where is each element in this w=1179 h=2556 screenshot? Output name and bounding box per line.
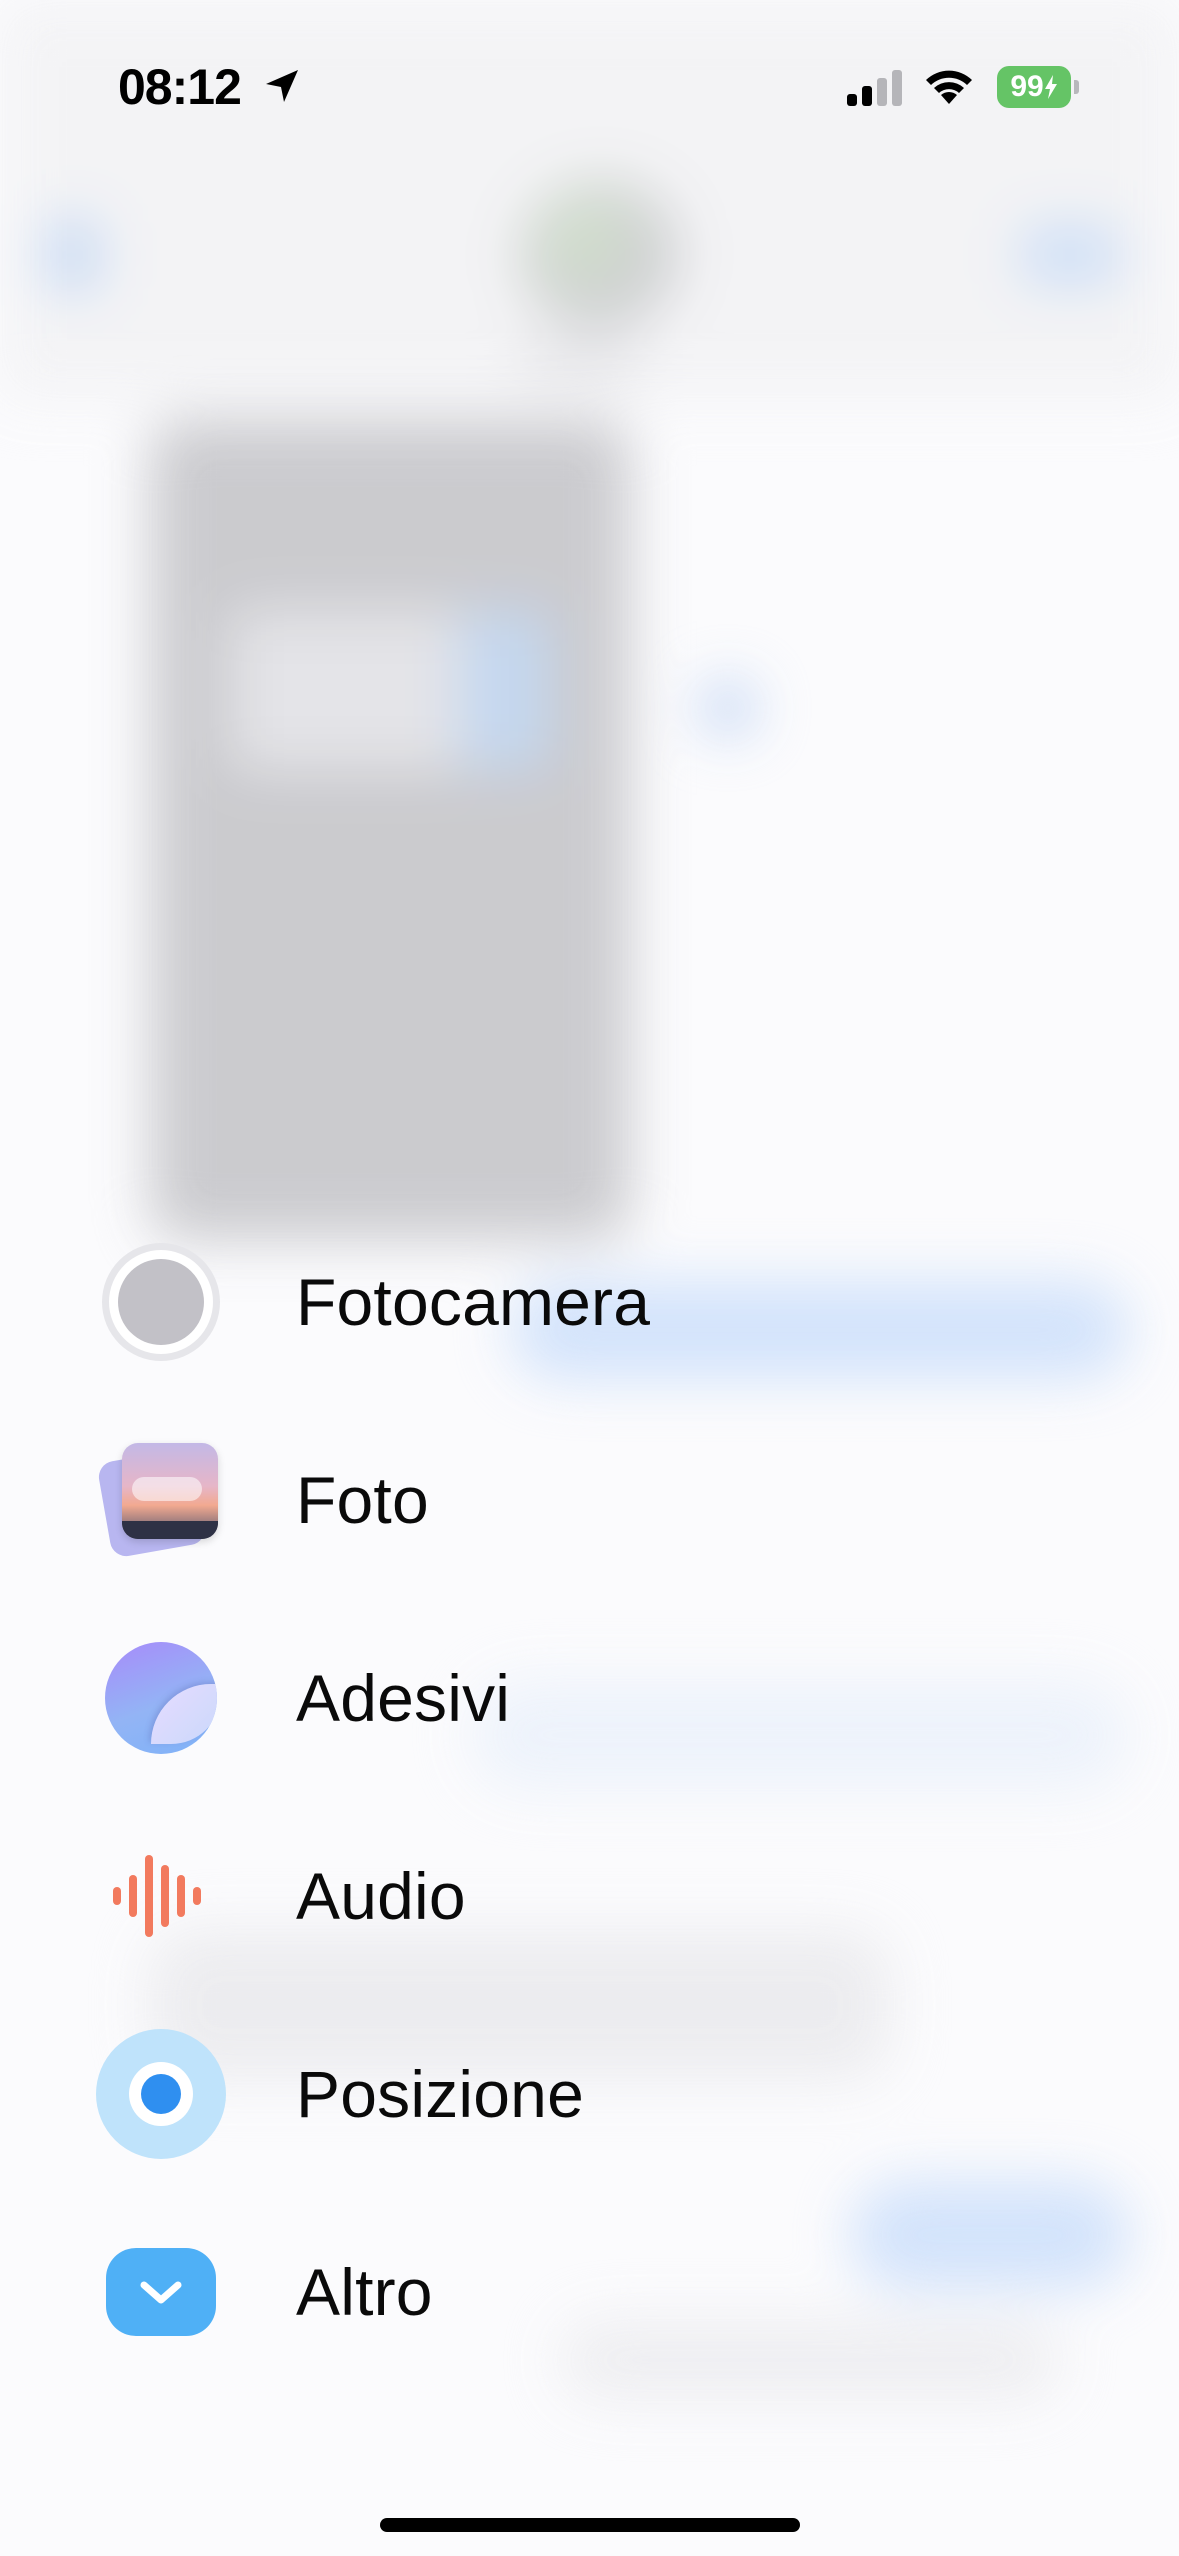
camera-icon: [96, 1237, 226, 1367]
blurred-image-attachment: [150, 420, 630, 1240]
status-time: 08:12: [118, 59, 242, 115]
photos-icon-front: [122, 1443, 218, 1539]
location-icon-halo: [96, 2029, 226, 2159]
battery-level: 99: [997, 66, 1071, 108]
menu-item-location[interactable]: Posizione: [0, 2009, 1179, 2179]
menu-item-more[interactable]: Altro: [0, 2207, 1179, 2377]
waveform-bars: [113, 1855, 201, 1937]
stickers-icon: [96, 1633, 226, 1763]
menu-item-label: Altro: [296, 2255, 433, 2329]
menu-item-stickers[interactable]: Adesivi: [0, 1613, 1179, 1783]
sticker-shape: [105, 1642, 217, 1754]
menu-item-label: Posizione: [296, 2057, 584, 2131]
status-bar: 08:12 99: [0, 0, 1179, 170]
camera-icon-core: [118, 1259, 204, 1345]
location-icon-ring: [129, 2062, 193, 2126]
camera-icon-ring: [109, 1250, 213, 1354]
menu-item-audio[interactable]: Audio: [0, 1811, 1179, 1981]
blurred-back-button: [48, 220, 98, 290]
battery-percentage: 99: [1010, 70, 1044, 103]
battery-charging-icon: 99: [997, 66, 1079, 108]
chevron-down-icon: [140, 2281, 182, 2304]
home-indicator[interactable]: [380, 2518, 800, 2532]
blurred-contact-name: [520, 350, 640, 372]
battery-tip: [1074, 80, 1079, 94]
photos-icon-ground: [122, 1521, 218, 1539]
menu-item-photos[interactable]: Foto: [0, 1415, 1179, 1585]
menu-item-label: Fotocamera: [296, 1265, 651, 1339]
menu-item-camera[interactable]: Fotocamera: [0, 1217, 1179, 1387]
location-icon-dot: [141, 2074, 181, 2114]
camera-icon-outer: [102, 1243, 220, 1361]
blurred-reaction: [700, 680, 756, 736]
cellular-signal-icon: [847, 70, 902, 106]
photos-icon-cloud: [132, 1477, 202, 1501]
audio-waveform-icon: [96, 1831, 226, 1961]
charging-bolt-icon: [1044, 75, 1057, 99]
more-icon: [96, 2227, 226, 2357]
location-icon: [96, 2029, 226, 2159]
more-icon-badge: [106, 2248, 216, 2336]
photos-icon: [96, 1435, 226, 1565]
sticker-fold: [151, 1684, 217, 1744]
blurred-video-button: [1020, 225, 1120, 285]
menu-item-label: Adesivi: [296, 1661, 511, 1735]
menu-item-label: Foto: [296, 1463, 429, 1537]
blurred-contact-avatar: [520, 180, 680, 330]
location-arrow-icon: [266, 70, 298, 102]
wifi-icon: [926, 70, 972, 104]
blurred-image-detail: [460, 610, 550, 770]
menu-item-label: Audio: [296, 1859, 466, 1933]
